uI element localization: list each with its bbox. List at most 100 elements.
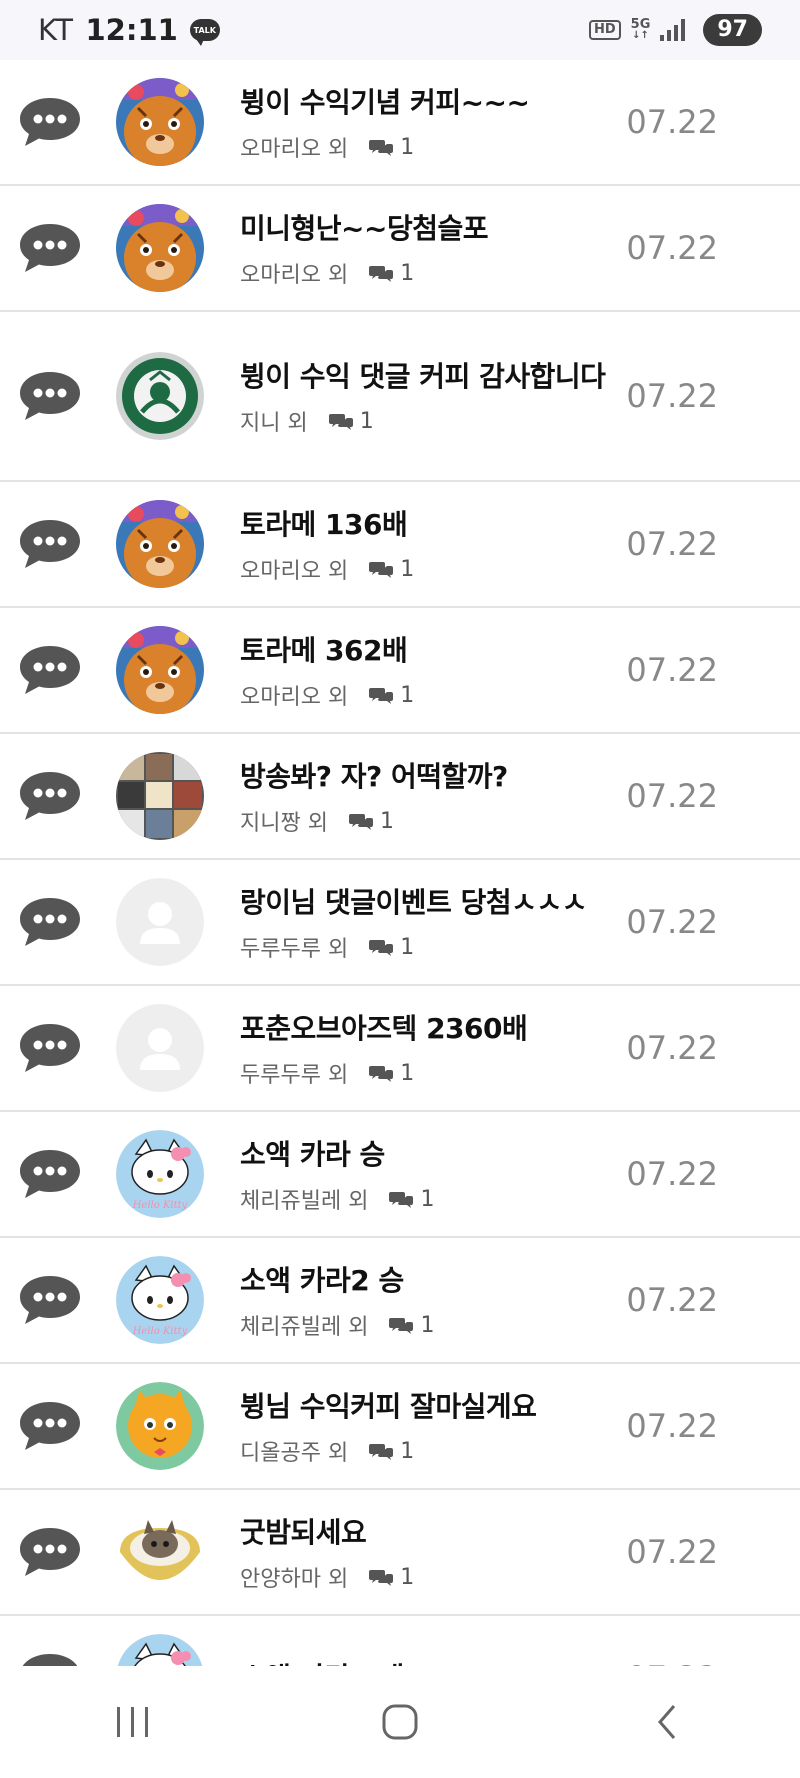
comment-count-icon (369, 940, 394, 956)
comment-count-icon (369, 562, 394, 578)
chat-icon-wrap (17, 94, 83, 150)
chat-bubble-icon (20, 1402, 80, 1450)
thread-title: 뷩이 수익 댓글 커피 감사합니다 (240, 360, 606, 393)
home-button[interactable] (360, 1692, 440, 1752)
thread-row[interactable]: 토라메 362배오마리오 외 1 07.22 (0, 608, 800, 734)
thread-row[interactable]: 미니형난~~당첨슬포 오마리오 외 1 07.22 (0, 186, 800, 312)
tiger-avatar (116, 204, 204, 292)
tiger-avatar (116, 500, 204, 588)
thread-date: 07.22 (626, 103, 718, 141)
thread-author: 오마리오 외 (240, 137, 349, 162)
kitty-avatar: Hello Kitty (116, 1130, 204, 1218)
chat-icon-wrap (17, 1398, 83, 1454)
thread-content: 포춘오브아즈텍 2360배 두루두루 외 1 (240, 1007, 610, 1089)
thread-author: 체리쥬빌레 외 (240, 1315, 369, 1340)
clock: 12:11 (85, 13, 178, 47)
comment-count: 1 (379, 808, 394, 834)
thread-date: 07.22 (626, 777, 718, 815)
comment-count-icon (369, 1066, 394, 1082)
thread-title: 뷩님 수익커피 잘마실게요 (240, 1390, 537, 1423)
thread-title: 토라메 136배 (240, 508, 408, 541)
starbucks-avatar (116, 352, 204, 440)
thread-content: 소액 카라2 승체리쥬빌레 외 1 (240, 1259, 610, 1341)
status-icons: HD 5G ↓↑ 97 (588, 14, 762, 46)
comment-count-icon (369, 140, 394, 156)
comment-count-icon (328, 414, 353, 430)
thread-meta: 지니 외 1 (240, 405, 610, 437)
comment-count: 1 (400, 1060, 415, 1086)
chat-icon-wrap (17, 1020, 83, 1076)
thread-content: 뷩님 수익커피 잘마실게요디올공주 외 1 (240, 1385, 610, 1467)
thread-meta: 체리쥬빌레 외 1 (240, 1183, 610, 1215)
recents-button[interactable] (93, 1692, 173, 1752)
chat-icon-wrap (17, 894, 83, 950)
comment-count: 1 (400, 1438, 415, 1464)
thread-row[interactable]: 방송봐? 자? 어떡할까? 지니짱 외 1 07.22 (0, 734, 800, 860)
thread-author: 체리쥬빌레 외 (240, 1189, 369, 1214)
default-avatar (116, 1004, 204, 1092)
back-button[interactable] (627, 1692, 707, 1752)
comment-count: 1 (420, 1312, 435, 1338)
thread-author: 디올공주 외 (240, 1441, 349, 1466)
thread-meta: 오마리오 외 1 (240, 679, 610, 711)
chat-icon-wrap (17, 1146, 83, 1202)
thread-content: 랑이님 댓글이벤트 당첨ㅅㅅㅅ 두루두루 외 1 (240, 881, 610, 963)
thread-author: 안양하마 외 (240, 1567, 349, 1592)
thread-row[interactable]: 포춘오브아즈텍 2360배 두루두루 외 1 07.22 (0, 986, 800, 1112)
thread-row[interactable]: 랑이님 댓글이벤트 당첨ㅅㅅㅅ 두루두루 외 1 07.22 (0, 860, 800, 986)
back-icon (657, 1705, 675, 1739)
thread-row[interactable]: 뷩님 수익커피 잘마실게요디올공주 외 1 07.22 (0, 1364, 800, 1490)
chat-icon-wrap (17, 220, 83, 276)
thread-title: 소액 카라 승 (240, 1138, 385, 1171)
collage-avatar (116, 752, 204, 840)
chat-bubble-icon (20, 1150, 80, 1198)
thread-author: 오마리오 외 (240, 685, 349, 710)
thread-meta: 오마리오 외 1 (240, 553, 610, 585)
thread-row[interactable]: Hello Kitty 소액 카라 승체리쥬빌레 외 1 07.22 (0, 1112, 800, 1238)
cat-avatar (116, 1382, 204, 1470)
chat-bubble-icon (20, 520, 80, 568)
chat-icon-wrap (17, 1272, 83, 1328)
thread-row[interactable]: 굿밤되세요 안양하마 외 1 07.22 (0, 1490, 800, 1616)
thread-meta: 체리쥬빌레 외 1 (240, 1309, 610, 1341)
thread-content: 소액 카라 승체리쥬빌레 외 1 (240, 1133, 610, 1215)
chat-bubble-icon (20, 224, 80, 272)
thread-author: 오마리오 외 (240, 263, 349, 288)
thread-row[interactable]: 토라메 136배 오마리오 외 1 07.22 (0, 482, 800, 608)
tiger-avatar (116, 78, 204, 166)
thread-content: 뷩이 수익 댓글 커피 감사합니다지니 외 1 (240, 355, 610, 437)
thread-date: 07.22 (626, 1407, 718, 1445)
default-avatar (116, 878, 204, 966)
carrier-label: KT (38, 13, 74, 47)
comment-count-icon (389, 1192, 414, 1208)
thread-author: 두루두루 외 (240, 1063, 349, 1088)
thread-title: 소액 카라2 승 (240, 1264, 404, 1297)
home-icon (382, 1704, 418, 1740)
thread-content: 토라메 136배오마리오 외 1 (240, 503, 610, 585)
comment-count: 1 (400, 556, 415, 582)
thread-row[interactable]: 뷩이 수익기념 커피~~~ 오마리오 외 1 07.22 (0, 60, 800, 186)
thread-date: 07.22 (626, 1155, 718, 1193)
thread-row[interactable]: 뷩이 수익 댓글 커피 감사합니다 지니 외 1 07.22 (0, 312, 800, 482)
thread-content: 뷩이 수익기념 커피~~~ 오마리오 외 1 (240, 81, 610, 163)
thread-date: 07.22 (626, 903, 718, 941)
kitten-avatar (116, 1508, 204, 1596)
thread-row[interactable]: Hello Kitty 소액 카라2 승 체리쥬빌레 외 1 07.22 (0, 1238, 800, 1364)
thread-date: 07.22 (626, 651, 718, 689)
thread-meta: 오마리오 외 1 (240, 257, 610, 289)
thread-title: 미니형난~~당첨슬포 (240, 212, 489, 245)
thread-author: 두루두루 외 (240, 937, 349, 962)
chat-bubble-icon (20, 372, 80, 420)
thread-title: 랑이님 댓글이벤트 당첨ㅅㅅㅅ (240, 886, 587, 919)
thread-meta: 안양하마 외 1 (240, 1561, 610, 1593)
thread-meta: 지니짱 외 1 (240, 805, 610, 837)
recents-icon (117, 1707, 149, 1737)
chat-icon-wrap (17, 768, 83, 824)
svg-text:Hello Kitty: Hello Kitty (132, 1326, 188, 1337)
thread-title: 토라메 362배 (240, 634, 408, 667)
comment-count: 1 (420, 1186, 435, 1212)
screen: KT 12:11 TALK HD 5G ↓↑ 97 뷩이 수익기념 커피~~~ 오마… (0, 0, 800, 1778)
comment-count: 1 (400, 260, 415, 286)
comment-count: 1 (400, 934, 415, 960)
comment-count: 1 (359, 408, 374, 434)
